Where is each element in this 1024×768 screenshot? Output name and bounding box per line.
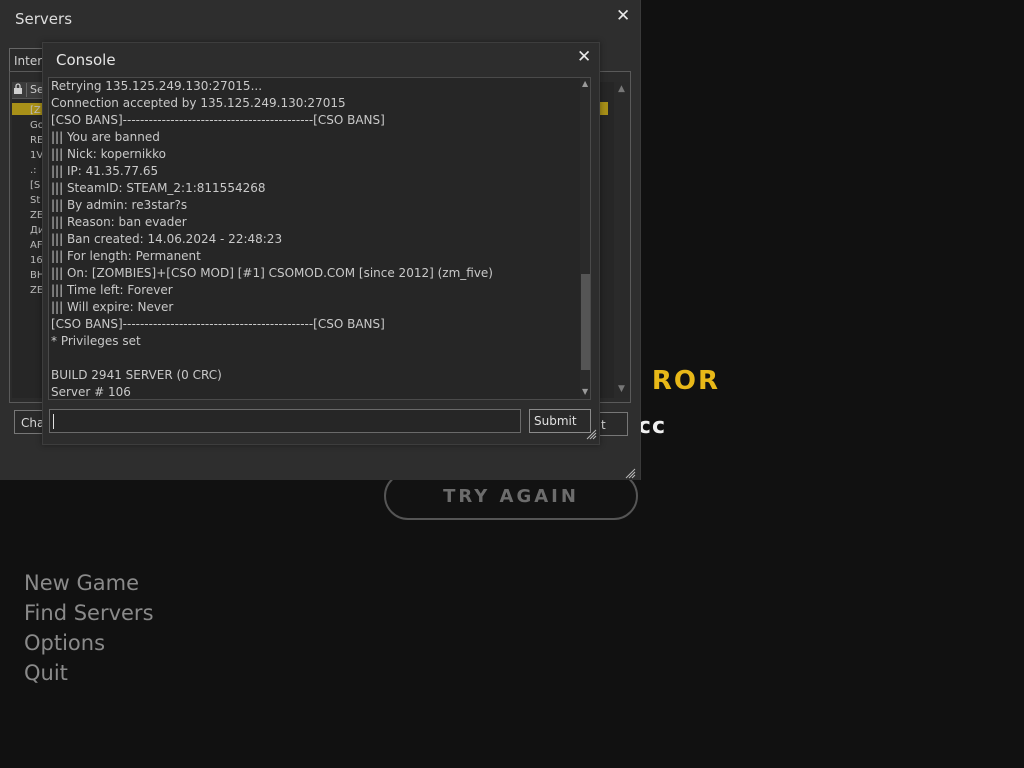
resize-grip-icon[interactable] bbox=[585, 425, 597, 440]
scroll-down-icon[interactable]: ▼ bbox=[618, 384, 625, 394]
servers-window-title: Servers bbox=[15, 10, 73, 28]
console-window: Console ✕ Retrying 135.125.249.130:27015… bbox=[42, 42, 600, 445]
console-log-line: ||| You are banned bbox=[51, 130, 160, 144]
scrollbar-thumb[interactable] bbox=[581, 274, 590, 370]
console-log-line: ||| For length: Permanent bbox=[51, 249, 201, 263]
console-log-line bbox=[51, 350, 493, 367]
console-log-line: ||| Time left: Forever bbox=[51, 283, 173, 297]
selected-row-highlight bbox=[600, 102, 608, 115]
console-log-line: ||| Ban created: 14.06.2024 - 22:48:23 bbox=[51, 232, 283, 246]
console-log-line: [CSO BANS]------------------------------… bbox=[51, 317, 385, 331]
lock-icon[interactable] bbox=[13, 83, 23, 95]
console-log-lines: Retrying 135.125.249.130:27015... Connect… bbox=[51, 78, 493, 399]
console-log-line: ||| SteamID: STEAM_2:1:811554268 bbox=[51, 181, 266, 195]
scroll-up-icon[interactable]: ▲ bbox=[582, 79, 588, 88]
column-separator bbox=[26, 83, 27, 97]
menu-item-find-servers[interactable]: Find Servers bbox=[24, 598, 154, 628]
main-menu: New Game Find Servers Options Quit bbox=[24, 568, 154, 688]
console-log-line: ||| By admin: re3star?s bbox=[51, 198, 188, 212]
text-caret bbox=[53, 414, 54, 429]
console-command-input[interactable] bbox=[49, 409, 521, 433]
submit-button[interactable]: Submit bbox=[529, 409, 591, 433]
console-scrollbar[interactable]: ▲ ▼ bbox=[580, 78, 590, 399]
console-window-title: Console bbox=[56, 51, 116, 69]
scroll-down-icon[interactable]: ▼ bbox=[582, 387, 588, 396]
scroll-up-icon[interactable]: ▲ bbox=[618, 84, 625, 94]
console-log-line: * Privileges set bbox=[51, 334, 141, 348]
console-log-line: BUILD 2941 SERVER (0 CRC) bbox=[51, 368, 222, 382]
console-log-line: ||| On: [ZOMBIES]+[CSO MOD] [#1] CSOMOD.… bbox=[51, 266, 493, 280]
console-log-line: ||| Reason: ban evader bbox=[51, 215, 187, 229]
console-log-line: Retrying 135.125.249.130:27015... bbox=[51, 79, 263, 93]
console-log-line: [CSO BANS]------------------------------… bbox=[51, 113, 385, 127]
console-log-line: ||| Will expire: Never bbox=[51, 300, 174, 314]
console-close-icon[interactable]: ✕ bbox=[577, 47, 591, 67]
menu-item-options[interactable]: Options bbox=[24, 628, 154, 658]
console-log-line: ||| Nick: kopernikko bbox=[51, 147, 166, 161]
resize-grip-icon[interactable] bbox=[624, 464, 636, 479]
servers-close-icon[interactable]: ✕ bbox=[616, 6, 630, 26]
menu-item-quit[interactable]: Quit bbox=[24, 658, 154, 688]
server-list-scrollbar[interactable]: ▲ ▼ bbox=[614, 82, 630, 398]
console-log-line: Connection accepted by 135.125.249.130:2… bbox=[51, 96, 346, 110]
console-log-line: Server # 106 bbox=[51, 385, 131, 399]
console-log-line: ||| IP: 41.35.77.65 bbox=[51, 164, 159, 178]
menu-item-new-game[interactable]: New Game bbox=[24, 568, 154, 598]
console-log[interactable]: Retrying 135.125.249.130:27015... Connect… bbox=[48, 77, 591, 400]
